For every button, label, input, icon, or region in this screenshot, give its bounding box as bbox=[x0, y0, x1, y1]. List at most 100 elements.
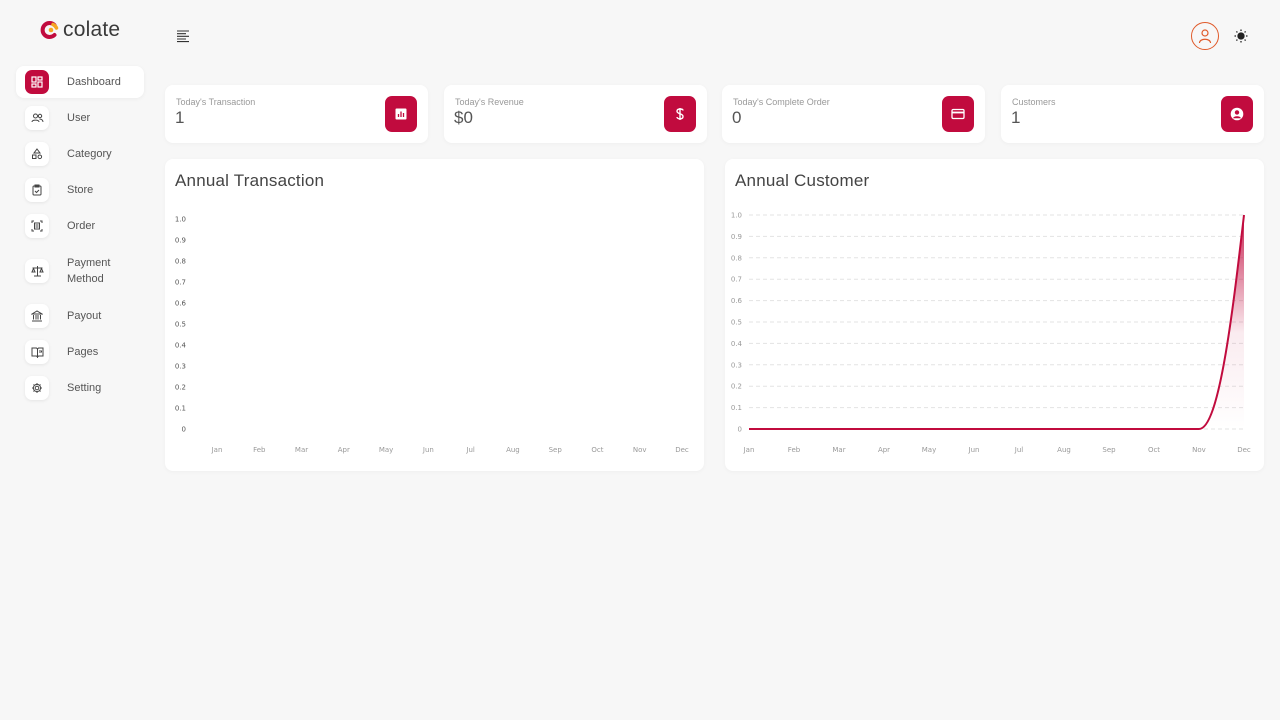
y-tick-label: 0 bbox=[182, 426, 186, 434]
stat-label: Today's Revenue bbox=[455, 97, 524, 107]
category-icon bbox=[25, 142, 49, 166]
y-tick-label: 0 bbox=[738, 426, 742, 434]
x-tick-label: Dec bbox=[675, 446, 689, 454]
bank-icon bbox=[25, 304, 49, 328]
logo-mark-icon bbox=[40, 20, 60, 40]
annual-customer-chart: Annual Customer 0 0.1 0.2 0.3 0.4 0.5 0.6 0.7 0.… bbox=[725, 159, 1264, 471]
sidebar: colate Dashboard User Category Store Ord… bbox=[0, 0, 150, 720]
chart-icon bbox=[385, 96, 417, 132]
sidebar-item-order[interactable]: Order bbox=[16, 210, 144, 242]
x-tick-label: Oct bbox=[591, 446, 603, 454]
sidebar-item-label: Dashboard bbox=[67, 76, 121, 88]
x-tick-label: Apr bbox=[338, 446, 350, 454]
user-circle-icon bbox=[1221, 96, 1253, 132]
sidebar-item-label: Category bbox=[67, 148, 112, 160]
book-icon bbox=[25, 340, 49, 364]
x-tick-label: Jul bbox=[1014, 446, 1024, 454]
sidebar-item-dashboard[interactable]: Dashboard bbox=[16, 66, 144, 98]
x-tick-label: May bbox=[379, 446, 393, 454]
stat-value: $0 bbox=[454, 108, 473, 127]
sidebar-item-label: User bbox=[67, 112, 91, 124]
x-tick-label: Nov bbox=[1192, 446, 1206, 454]
chart-canvas: 0 0.1 0.2 0.3 0.4 0.5 0.6 0.7 0.8 0.9 1.0 Jan Feb Mar… bbox=[731, 212, 1251, 455]
y-tick-label: 0.5 bbox=[731, 319, 742, 327]
scale-icon bbox=[25, 259, 49, 283]
sidebar-item-label: Store bbox=[67, 184, 94, 196]
dashboard-icon bbox=[25, 70, 49, 94]
x-tick-label: Jun bbox=[968, 446, 980, 454]
x-tick-label: Apr bbox=[878, 446, 890, 454]
x-tick-label: Feb bbox=[788, 446, 801, 454]
y-tick-label: 0.1 bbox=[175, 405, 186, 413]
x-tick-label: Dec bbox=[1237, 446, 1251, 454]
x-tick-label: Jul bbox=[465, 446, 475, 454]
hamburger-icon[interactable] bbox=[176, 29, 190, 43]
x-tick-label: Nov bbox=[633, 446, 647, 454]
sidebar-item-label: Setting bbox=[67, 382, 102, 394]
y-tick-label: 0.2 bbox=[175, 384, 186, 392]
stat-card-revenue: Today's Revenue $0 bbox=[444, 85, 707, 143]
sidebar-item-label: Payment Method bbox=[67, 257, 111, 285]
x-tick-label: Feb bbox=[253, 446, 266, 454]
x-tick-label: Sep bbox=[1102, 446, 1116, 454]
x-tick-label: Aug bbox=[1057, 446, 1071, 454]
store-icon bbox=[25, 178, 49, 202]
sidebar-item-user[interactable]: User bbox=[16, 102, 144, 134]
credit-card-icon bbox=[942, 96, 974, 132]
stat-label: Today's Transaction bbox=[176, 97, 256, 107]
x-tick-label: Aug bbox=[506, 446, 520, 454]
chart-canvas: 0 0.1 0.2 0.3 0.4 0.5 0.6 0.7 0.8 0.9 1.0 Jan Feb Mar… bbox=[175, 216, 689, 455]
sidebar-item-label: Pages bbox=[67, 346, 99, 358]
sidebar-item-store[interactable]: Store bbox=[16, 174, 144, 206]
sidebar-item-label: Payout bbox=[67, 310, 102, 322]
stat-label: Customers bbox=[1012, 97, 1056, 107]
sidebar-item-payment-method[interactable]: Payment Method bbox=[16, 246, 144, 296]
y-tick-label: 0.9 bbox=[731, 233, 742, 241]
y-tick-label: 0.1 bbox=[731, 404, 742, 412]
user-avatar-icon[interactable] bbox=[1191, 22, 1219, 50]
stat-card-complete-order: Today's Complete Order 0 bbox=[722, 85, 985, 143]
x-tick-label: Mar bbox=[832, 446, 845, 454]
x-tick-label: Jan bbox=[743, 446, 755, 454]
y-tick-label: 1.0 bbox=[175, 216, 186, 224]
stat-card-customers: Customers 1 bbox=[1001, 85, 1264, 143]
y-tick-label: 0.9 bbox=[175, 237, 186, 245]
x-tick-label: Oct bbox=[1148, 446, 1160, 454]
annual-transaction-chart: Annual Transaction 0 0.1 0.2 0.3 0.4 0.5 0.6 0.… bbox=[165, 159, 704, 471]
app-logo[interactable]: colate bbox=[40, 18, 120, 42]
y-tick-label: 0.5 bbox=[175, 321, 186, 329]
stat-label: Today's Complete Order bbox=[733, 97, 830, 107]
y-tick-label: 0.7 bbox=[731, 276, 742, 284]
y-tick-label: 0.6 bbox=[175, 300, 187, 308]
sidebar-item-label: Order bbox=[67, 220, 96, 232]
users-icon bbox=[25, 106, 49, 130]
stat-value: 0 bbox=[732, 108, 742, 127]
y-tick-label: 0.4 bbox=[175, 342, 187, 350]
sidebar-item-pages[interactable]: Pages bbox=[16, 336, 144, 368]
stat-value: 1 bbox=[1011, 108, 1021, 127]
order-icon bbox=[25, 214, 49, 238]
sidebar-item-payout[interactable]: Payout bbox=[16, 300, 144, 332]
y-tick-label: 1.0 bbox=[731, 212, 742, 220]
x-tick-label: Sep bbox=[549, 446, 563, 454]
sun-icon[interactable] bbox=[1233, 28, 1249, 44]
x-tick-label: May bbox=[922, 446, 936, 454]
y-tick-label: 0.3 bbox=[731, 361, 742, 369]
y-tick-label: 0.4 bbox=[731, 340, 743, 348]
y-tick-label: 0.8 bbox=[731, 254, 742, 262]
x-tick-label: Jan bbox=[211, 446, 223, 454]
sidebar-nav: Dashboard User Category Store Order Paym… bbox=[16, 66, 144, 408]
sidebar-item-setting[interactable]: Setting bbox=[16, 372, 144, 404]
y-tick-label: 0.8 bbox=[175, 258, 186, 266]
y-tick-label: 0.7 bbox=[175, 279, 186, 287]
gear-icon bbox=[25, 376, 49, 400]
x-tick-label: Jun bbox=[422, 446, 434, 454]
stat-card-transaction: Today's Transaction 1 bbox=[165, 85, 428, 143]
logo-text: colate bbox=[63, 18, 121, 41]
x-tick-label: Mar bbox=[295, 446, 308, 454]
y-tick-label: 0.6 bbox=[731, 297, 743, 305]
stat-value: 1 bbox=[175, 108, 185, 127]
y-tick-label: 0.3 bbox=[175, 363, 186, 371]
sidebar-item-category[interactable]: Category bbox=[16, 138, 144, 170]
dollar-icon bbox=[664, 96, 696, 132]
